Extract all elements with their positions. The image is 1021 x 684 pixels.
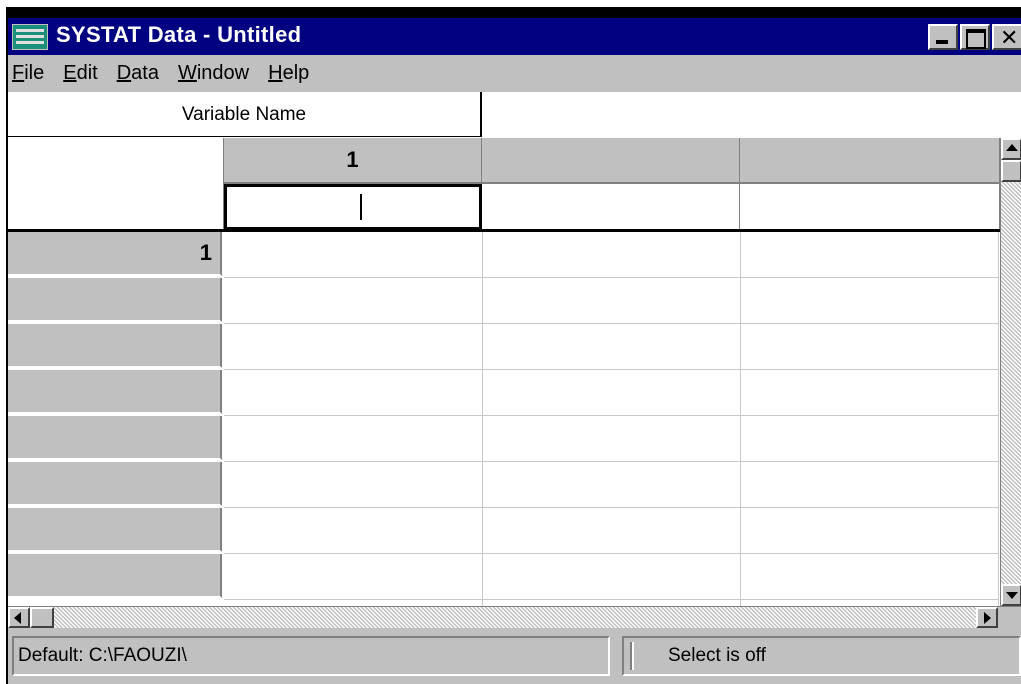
grid-line	[482, 232, 483, 606]
row-header-2[interactable]	[8, 278, 222, 322]
title-bar[interactable]: SYSTAT Data - Untitled ✕	[8, 7, 1021, 55]
minimize-button[interactable]	[928, 24, 958, 50]
menu-edit[interactable]: Edit	[63, 62, 97, 85]
grid-line	[224, 369, 998, 370]
grid-line	[224, 553, 998, 554]
grid-line	[740, 232, 741, 606]
scroll-down-button[interactable]	[1001, 584, 1021, 606]
status-bar: Default: C:\FAOUZI\ Select is off	[8, 628, 1021, 684]
column-header-1[interactable]: 1	[224, 138, 482, 184]
variable-name-label: Variable Name	[8, 92, 482, 137]
arrow-up-icon	[1006, 144, 1018, 151]
column-header-2[interactable]	[482, 138, 740, 184]
grid-line	[224, 415, 998, 416]
variable-name-cell-2[interactable]	[482, 184, 740, 230]
horizontal-scroll-thumb[interactable]	[30, 607, 54, 628]
row-header-8[interactable]	[8, 554, 222, 598]
status-path: Default: C:\FAOUZI\	[12, 636, 610, 676]
grid-line	[224, 277, 998, 278]
vertical-scroll-thumb[interactable]	[1001, 160, 1021, 182]
scroll-right-button[interactable]	[976, 607, 998, 628]
menu-help[interactable]: Help	[268, 62, 309, 85]
grid-line	[998, 232, 999, 606]
grid-line	[224, 461, 998, 462]
size-grip[interactable]	[998, 607, 1021, 628]
arrow-right-icon	[984, 612, 991, 624]
text-caret	[360, 194, 362, 220]
status-select-state: Select is off	[622, 636, 1021, 676]
menu-data[interactable]: Data	[117, 62, 159, 85]
window-top-edge	[0, 0, 1021, 7]
row-header-7[interactable]	[8, 508, 222, 552]
systat-data-window: SYSTAT Data - Untitled ✕ File Edit Data Win…	[0, 0, 1021, 684]
scroll-up-button[interactable]	[1001, 138, 1021, 160]
row-header-1[interactable]: 1	[8, 232, 222, 276]
maximize-button[interactable]	[960, 24, 990, 50]
grid-line	[224, 599, 998, 600]
grid-line	[224, 323, 998, 324]
menu-file[interactable]: File	[12, 62, 44, 85]
row-header-3[interactable]	[8, 324, 222, 368]
menu-window[interactable]: Window	[178, 62, 249, 85]
row-header-5[interactable]	[8, 416, 222, 460]
variable-name-cell-3[interactable]	[740, 184, 1000, 230]
row-header-6[interactable]	[8, 462, 222, 506]
close-icon: ✕	[1000, 25, 1019, 50]
arrow-left-icon	[14, 612, 21, 624]
arrow-down-icon	[1006, 592, 1018, 599]
close-button[interactable]: ✕	[992, 24, 1021, 50]
scroll-left-button[interactable]	[8, 607, 30, 628]
systat-app-icon[interactable]	[12, 24, 48, 50]
window-title: SYSTAT Data - Untitled	[56, 22, 302, 47]
menu-bar: File Edit Data Window Help	[8, 55, 1021, 92]
row-header-4[interactable]	[8, 370, 222, 414]
data-grid[interactable]: Variable Name 1 1	[8, 92, 1021, 606]
grid-line	[224, 507, 998, 508]
column-header-3[interactable]	[740, 138, 1000, 184]
variable-name-cell-1[interactable]	[224, 184, 482, 230]
vertical-scrollbar[interactable]	[1000, 138, 1021, 606]
grid-corner-cell	[8, 138, 224, 230]
window-left-edge	[0, 7, 8, 684]
horizontal-scrollbar[interactable]	[8, 606, 1021, 628]
